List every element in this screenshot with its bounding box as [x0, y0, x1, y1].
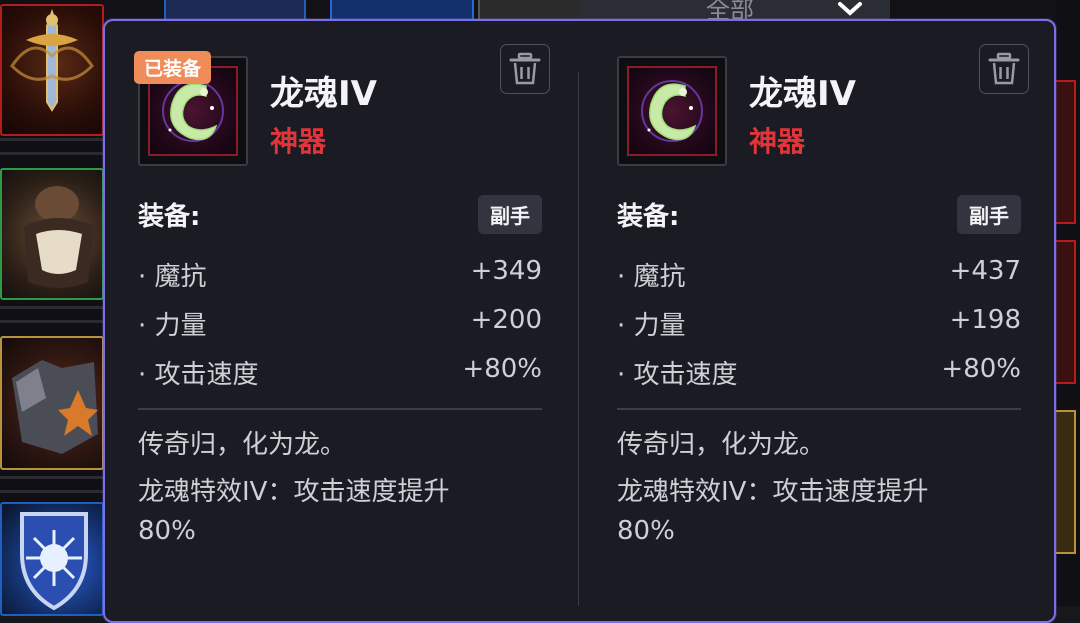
- item-thumbnail: [617, 56, 727, 166]
- item-rarity: 神器: [270, 125, 327, 158]
- section-divider: [138, 408, 542, 410]
- stat-row: · 力量 +198: [617, 305, 1021, 345]
- stat-name: · 力量: [138, 311, 207, 341]
- cloak-icon: [24, 186, 94, 288]
- dragon-soul-icon: [641, 80, 703, 142]
- inventory-slot-armor[interactable]: [0, 336, 104, 470]
- chevron-down-icon[interactable]: [836, 0, 864, 18]
- equipped-badge: 已装备: [134, 51, 212, 84]
- equip-slot-label: 装备:: [617, 202, 680, 232]
- stat-value: +437: [949, 256, 1021, 286]
- discard-button[interactable]: [979, 44, 1029, 94]
- sword-icon: [10, 9, 94, 112]
- item-description-line: 龙魂特效IV：攻击速度提升: [138, 477, 450, 507]
- inventory-slot-right[interactable]: [1056, 240, 1076, 384]
- inventory-divider: [0, 490, 104, 493]
- equip-slot-tag: 副手: [478, 195, 542, 234]
- item-description-line: 80%: [617, 516, 675, 546]
- stat-value: +80%: [462, 354, 542, 384]
- stat-row: · 魔抗 +349: [138, 256, 542, 296]
- inventory-column: [0, 0, 104, 616]
- item-description-line: 传奇归，化为龙。: [617, 430, 826, 460]
- stat-row: · 攻击速度 +80%: [617, 354, 1021, 394]
- compare-divider: [578, 72, 579, 606]
- shield-icon: [20, 512, 88, 611]
- stat-row: · 攻击速度 +80%: [138, 354, 542, 394]
- trash-icon: [509, 52, 541, 85]
- item-description-line: 80%: [138, 516, 196, 546]
- equip-slot-tag: 副手: [957, 195, 1021, 234]
- discard-button[interactable]: [500, 44, 550, 94]
- inventory-divider: [0, 476, 104, 479]
- item-description-line: 龙魂特效IV：攻击速度提升: [617, 477, 929, 507]
- inventory-slot-right[interactable]: [1056, 80, 1076, 224]
- equip-slot-label: 装备:: [138, 202, 201, 232]
- inventory-divider: [0, 320, 104, 323]
- trash-icon: [988, 52, 1020, 85]
- inventory-divider: [0, 138, 104, 141]
- stat-value: +200: [470, 305, 542, 335]
- inventory-slot-shield[interactable]: [0, 502, 104, 616]
- stat-row: · 魔抗 +437: [617, 256, 1021, 296]
- inventory-slot-sword[interactable]: [0, 4, 104, 136]
- section-divider: [617, 408, 1021, 410]
- armor-icon: [12, 360, 98, 454]
- stat-name: · 攻击速度: [617, 360, 738, 390]
- item-description-line: 传奇归，化为龙。: [138, 430, 347, 460]
- stat-name: · 魔抗: [138, 262, 207, 292]
- item-name: 龙魂IV: [270, 74, 377, 114]
- stat-name: · 力量: [617, 311, 686, 341]
- stat-name: · 攻击速度: [138, 360, 259, 390]
- inventory-slot-cloak[interactable]: [0, 168, 104, 300]
- inventory-right-column: [1056, 0, 1080, 606]
- inventory-slot-right[interactable]: [1056, 410, 1076, 554]
- stat-name: · 魔抗: [617, 262, 686, 292]
- inventory-divider: [0, 306, 104, 309]
- inventory-divider: [0, 152, 104, 155]
- stat-row: · 力量 +200: [138, 305, 542, 345]
- stat-value: +349: [470, 256, 542, 286]
- item-name: 龙魂IV: [749, 74, 856, 114]
- stat-value: +198: [949, 305, 1021, 335]
- item-rarity: 神器: [749, 125, 806, 158]
- stat-value: +80%: [941, 354, 1021, 384]
